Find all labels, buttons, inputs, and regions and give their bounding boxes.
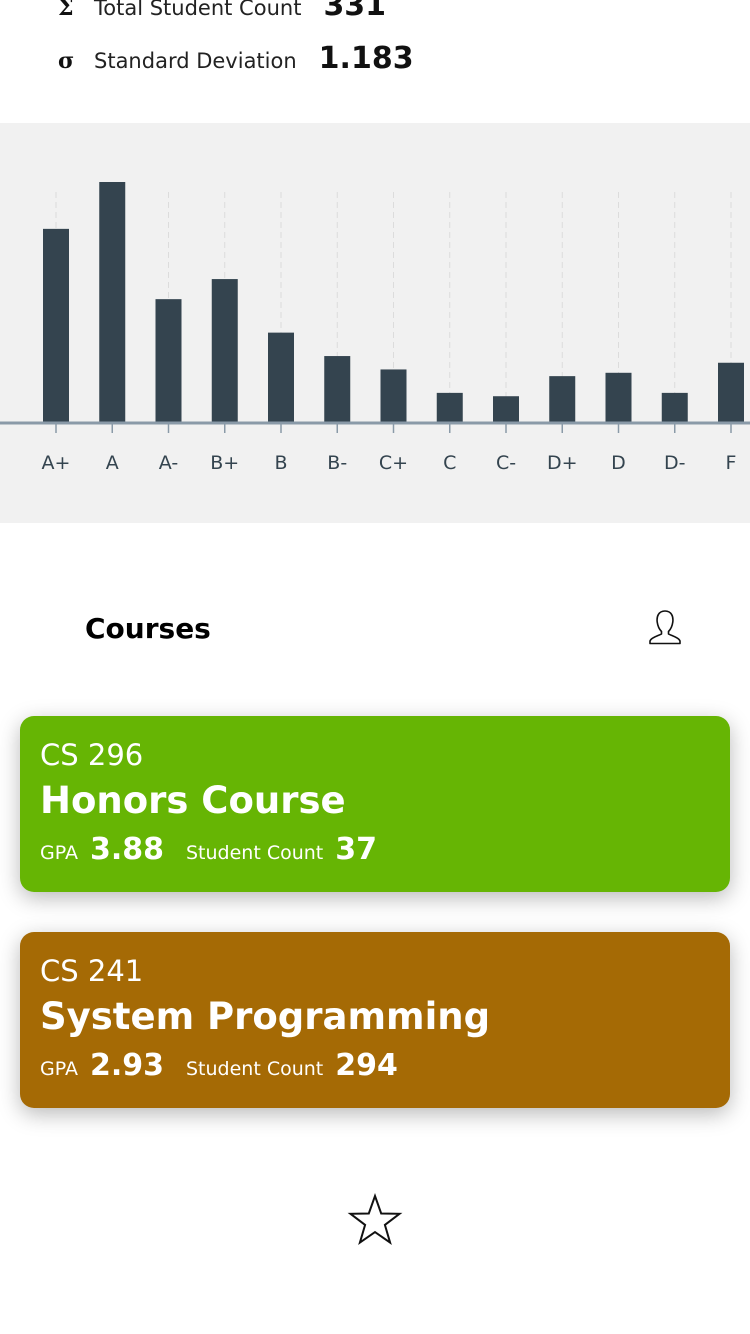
- x-tick-label: D-: [664, 452, 686, 474]
- bar-C+: [380, 369, 407, 423]
- total-student-count-label: Total Student Count: [94, 0, 302, 20]
- gpa-label: GPA: [40, 842, 78, 864]
- sigma-lowercase-icon: σ: [58, 48, 75, 74]
- student-count-label: Student Count: [186, 1058, 324, 1080]
- course-stats: GPA 2.93 Student Count 294: [40, 1048, 420, 1083]
- student-count-value: 294: [335, 1048, 398, 1083]
- grade-distribution-chart: A+ A A- B+ B B- C+ C C- D+ D D- F: [0, 123, 750, 523]
- bar-A: [99, 182, 126, 423]
- bar-F: [718, 362, 744, 423]
- x-tick-label: D: [611, 452, 626, 474]
- star-outline-icon[interactable]: [347, 1193, 403, 1247]
- x-tick-label: C+: [379, 452, 408, 474]
- x-tick-label: A-: [159, 452, 178, 474]
- person-outline-icon[interactable]: [646, 608, 684, 648]
- course-name: System Programming: [40, 995, 491, 1038]
- sigma-icon: Σ: [58, 0, 74, 21]
- x-tick-label: F: [726, 452, 737, 474]
- standard-deviation-row: σ Standard Deviation 1.183: [58, 41, 414, 76]
- bar-B: [268, 332, 294, 423]
- bar-D+: [549, 376, 576, 423]
- courses-title: Courses: [85, 612, 211, 645]
- gpa-value: 2.93: [89, 1048, 164, 1083]
- bar-D-: [661, 392, 688, 423]
- x-tick-label: A: [106, 452, 119, 474]
- course-name: Honors Course: [40, 779, 346, 822]
- course-stats: GPA 3.88 Student Count 37: [40, 832, 399, 867]
- bar-D: [605, 372, 632, 423]
- bar-B+: [211, 279, 238, 423]
- total-student-count-row: Σ Total Student Count 331: [58, 0, 386, 23]
- x-tick-label: A+: [42, 452, 71, 474]
- gpa-label: GPA: [40, 1058, 78, 1080]
- x-tick-label: D+: [547, 452, 578, 474]
- standard-deviation-label: Standard Deviation: [94, 49, 297, 73]
- gpa-value: 3.88: [89, 832, 164, 867]
- x-tick-label: B-: [327, 452, 347, 474]
- course-card-cs241[interactable]: CS 241 System Programming GPA 2.93 Stude…: [20, 932, 730, 1108]
- student-count-label: Student Count: [186, 842, 324, 864]
- standard-deviation-value: 1.183: [318, 41, 414, 76]
- course-card-cs296[interactable]: CS 296 Honors Course GPA 3.88 Student Co…: [20, 716, 730, 892]
- x-tick-label: B: [274, 452, 287, 474]
- x-tick-label: C-: [496, 452, 516, 474]
- bar-B-: [324, 356, 351, 423]
- total-student-count-value: 331: [323, 0, 387, 23]
- bar-C: [436, 392, 463, 423]
- bar-A+: [43, 228, 69, 423]
- x-tick-label: C: [443, 452, 456, 474]
- bar-C-: [493, 396, 519, 423]
- course-code: CS 241: [40, 954, 144, 988]
- x-tick-label: B+: [210, 452, 239, 474]
- grade-distribution-svg: A+ A A- B+ B B- C+ C C- D+ D D- F: [0, 182, 750, 474]
- bar-A-: [155, 299, 182, 423]
- student-count-value: 37: [335, 832, 378, 867]
- course-code: CS 296: [40, 738, 144, 772]
